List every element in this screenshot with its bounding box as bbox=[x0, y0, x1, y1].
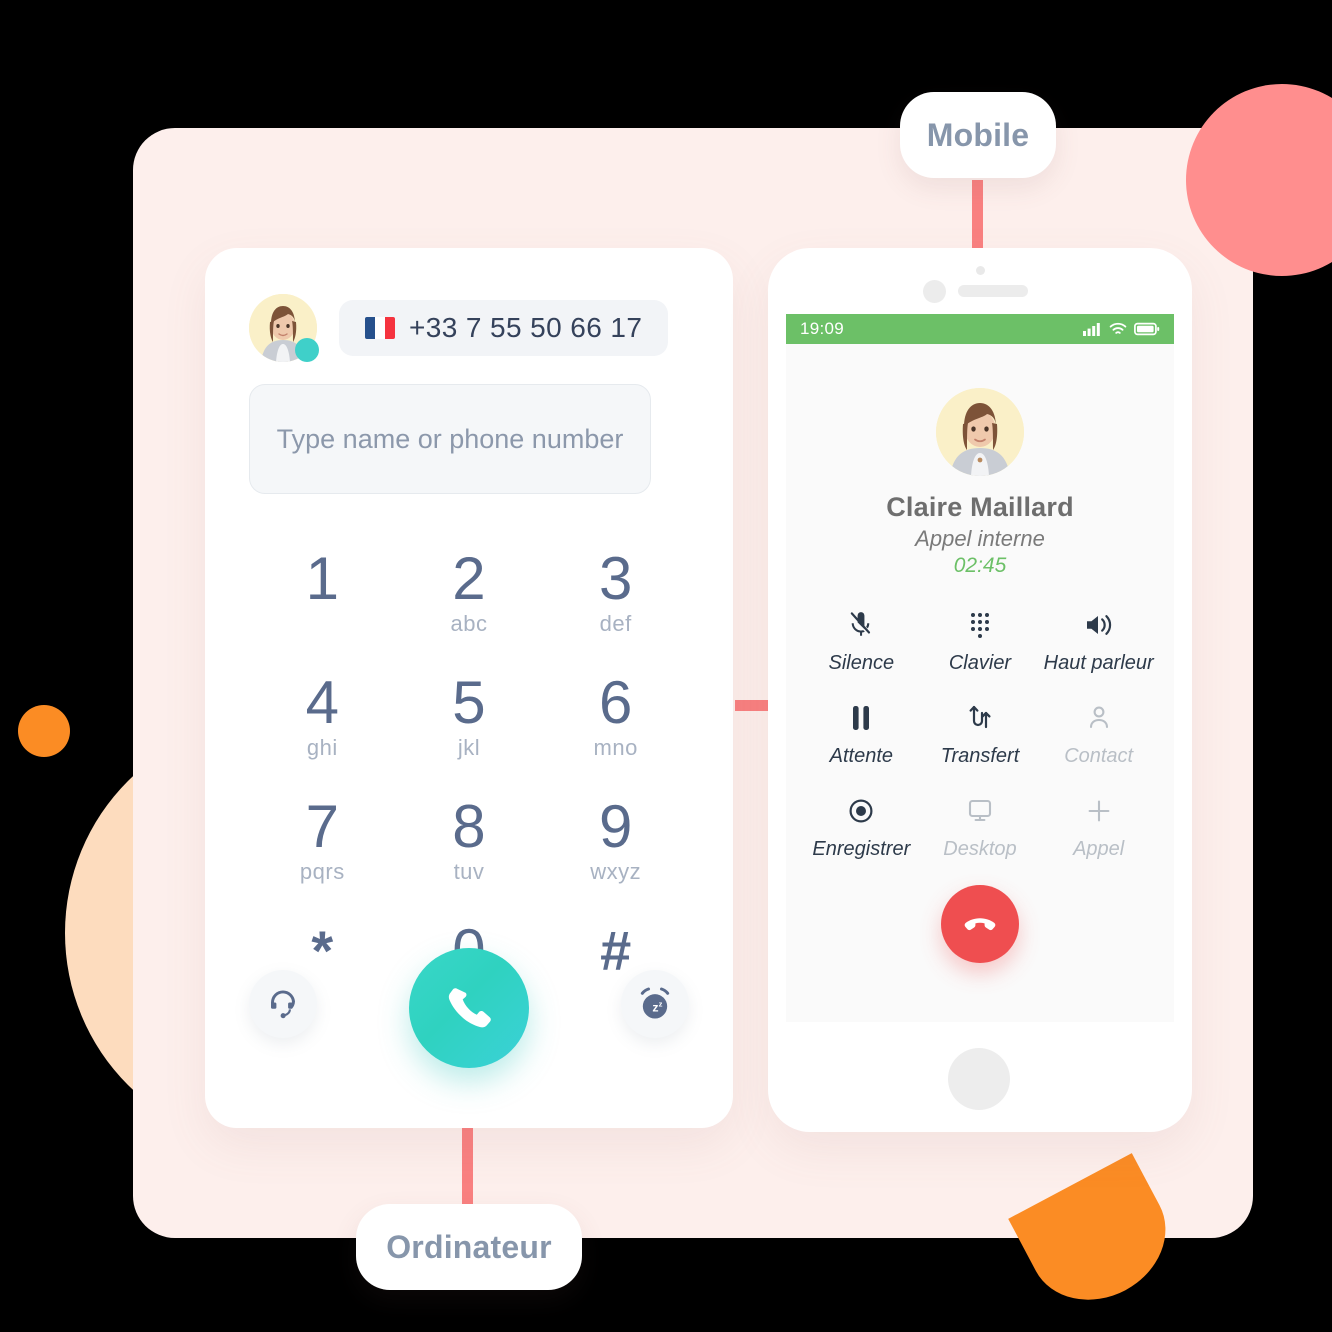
label-mobile[interactable]: Mobile bbox=[900, 92, 1056, 178]
pause-icon bbox=[849, 701, 873, 735]
signal-bars-icon bbox=[1083, 323, 1100, 336]
mobile-phone-frame: 19:09 Claire Maillard Appel interne 02:4… bbox=[768, 248, 1192, 1132]
dialpad-key-1[interactable]: 1 bbox=[249, 548, 396, 646]
dialpad-letters: pqrs bbox=[299, 859, 345, 884]
control-add-call[interactable]: Appel bbox=[1039, 794, 1158, 861]
dialpad-digit: 6 bbox=[598, 669, 633, 736]
hangup-button[interactable] bbox=[941, 885, 1019, 963]
control-label: Haut parleur bbox=[1043, 652, 1154, 674]
control-keypad[interactable]: Clavier bbox=[921, 608, 1040, 675]
speaker-icon bbox=[1084, 608, 1114, 642]
dialpad-letters: wxyz bbox=[590, 859, 642, 884]
dialpad-digit: 5 bbox=[452, 669, 486, 736]
record-icon bbox=[848, 794, 874, 828]
connector-line-mobile bbox=[972, 180, 983, 258]
illustration-stage: +33 7 55 50 66 17 Type name or phone num… bbox=[0, 0, 1332, 1332]
home-button[interactable] bbox=[948, 1048, 1010, 1110]
softphone-card: +33 7 55 50 66 17 Type name or phone num… bbox=[205, 248, 733, 1128]
dialpad-digit: 8 bbox=[452, 793, 486, 860]
phone-number-value: +33 7 55 50 66 17 bbox=[409, 312, 643, 343]
dialpad-digit: 4 bbox=[305, 669, 340, 736]
status-bar-icons bbox=[1083, 322, 1160, 336]
call-button[interactable] bbox=[409, 948, 529, 1068]
dialpad-letters: def bbox=[599, 611, 632, 636]
control-label: Enregistrer bbox=[812, 838, 911, 860]
phone-screen: 19:09 Claire Maillard Appel interne 02:4… bbox=[786, 314, 1174, 1022]
control-label: Clavier bbox=[948, 652, 1012, 674]
dialpad-key-5[interactable]: 5 jkl bbox=[396, 672, 543, 770]
dialpad-key-3[interactable]: 3 def bbox=[542, 548, 689, 646]
control-label: Desktop bbox=[943, 838, 1017, 860]
control-transfer[interactable]: Transfert bbox=[921, 701, 1040, 768]
control-record[interactable]: Enregistrer bbox=[802, 794, 921, 861]
active-call-header: Claire Maillard Appel interne 02:45 bbox=[786, 344, 1174, 578]
control-speaker[interactable]: Haut parleur bbox=[1039, 608, 1158, 675]
dialpad-key-6[interactable]: 6 mno bbox=[542, 672, 689, 770]
dialpad-key-8[interactable]: 8 tuv bbox=[396, 796, 543, 894]
plus-icon bbox=[1086, 794, 1112, 828]
dialpad-key-4[interactable]: 4 ghi bbox=[249, 672, 396, 770]
decorative-orange-dot bbox=[18, 705, 70, 757]
call-type-label: Appel interne bbox=[915, 526, 1045, 551]
control-label: Appel bbox=[1073, 838, 1125, 860]
softphone-header: +33 7 55 50 66 17 bbox=[249, 294, 669, 362]
call-duration: 02:45 bbox=[953, 554, 1007, 577]
status-bar-time: 19:09 bbox=[800, 319, 845, 338]
mic-muted-icon bbox=[848, 608, 874, 642]
control-contact[interactable]: Contact bbox=[1039, 701, 1158, 768]
dialpad-digit: 9 bbox=[598, 793, 633, 860]
label-desktop-text: Ordinateur bbox=[386, 1228, 552, 1265]
svg-text:z: z bbox=[659, 999, 663, 1008]
control-label: Contact bbox=[1064, 745, 1134, 767]
dialpad-letters: abc bbox=[450, 611, 488, 636]
control-mute[interactable]: Silence bbox=[802, 608, 921, 675]
phone-top-bezel bbox=[768, 248, 1192, 314]
control-hold[interactable]: Attente bbox=[802, 701, 921, 768]
dialpad-digit: 7 bbox=[305, 793, 340, 860]
earpiece-icon bbox=[958, 285, 1028, 297]
headset-icon[interactable] bbox=[249, 970, 317, 1038]
call-controls: Silence Clavier Haut parleur Attente Tra… bbox=[786, 608, 1174, 861]
svg-text:z: z bbox=[652, 1001, 658, 1015]
control-label: Transfert bbox=[940, 745, 1020, 767]
dialpad-letters: mno bbox=[593, 735, 638, 760]
label-desktop[interactable]: Ordinateur bbox=[356, 1204, 582, 1290]
dialpad-letters: jkl bbox=[457, 735, 481, 760]
dialpad-digit: 1 bbox=[305, 545, 340, 612]
control-label: Silence bbox=[828, 652, 895, 674]
dialpad-digit: 2 bbox=[452, 545, 486, 612]
dialpad-letters: ghi bbox=[306, 735, 338, 760]
dialpad-letters: tuv bbox=[453, 859, 485, 884]
transfer-icon bbox=[967, 701, 993, 735]
sensor-icon bbox=[923, 280, 946, 303]
wifi-icon bbox=[1109, 322, 1127, 334]
battery-icon bbox=[1134, 322, 1160, 336]
search-input[interactable]: Type name or phone number bbox=[249, 384, 651, 494]
control-desktop[interactable]: Desktop bbox=[921, 794, 1040, 861]
dialpad-key-7[interactable]: 7 pqrs bbox=[249, 796, 396, 894]
dialpad-key-2[interactable]: 2 abc bbox=[396, 548, 543, 646]
dialpad-key-9[interactable]: 9 wxyz bbox=[542, 796, 689, 894]
dialpad-digit: 3 bbox=[598, 545, 633, 612]
caller-name: Claire Maillard bbox=[886, 492, 1074, 522]
label-mobile-text: Mobile bbox=[926, 116, 1030, 153]
snooze-alarm-icon[interactable]: z z bbox=[621, 970, 689, 1038]
softphone-actions: z z bbox=[205, 948, 733, 1078]
control-label: Attente bbox=[829, 745, 894, 767]
status-bar: 19:09 bbox=[786, 314, 1174, 344]
monitor-icon bbox=[966, 794, 994, 828]
search-placeholder: Type name or phone number bbox=[276, 423, 624, 454]
camera-icon bbox=[976, 266, 985, 275]
caller-avatar bbox=[936, 388, 1024, 476]
person-icon bbox=[1087, 701, 1111, 735]
phone-number-chip[interactable]: +33 7 55 50 66 17 bbox=[339, 300, 669, 356]
dialpad-icon bbox=[968, 608, 992, 642]
presence-status-dot bbox=[295, 338, 319, 362]
user-avatar[interactable] bbox=[249, 294, 319, 362]
france-flag-icon bbox=[365, 317, 395, 339]
